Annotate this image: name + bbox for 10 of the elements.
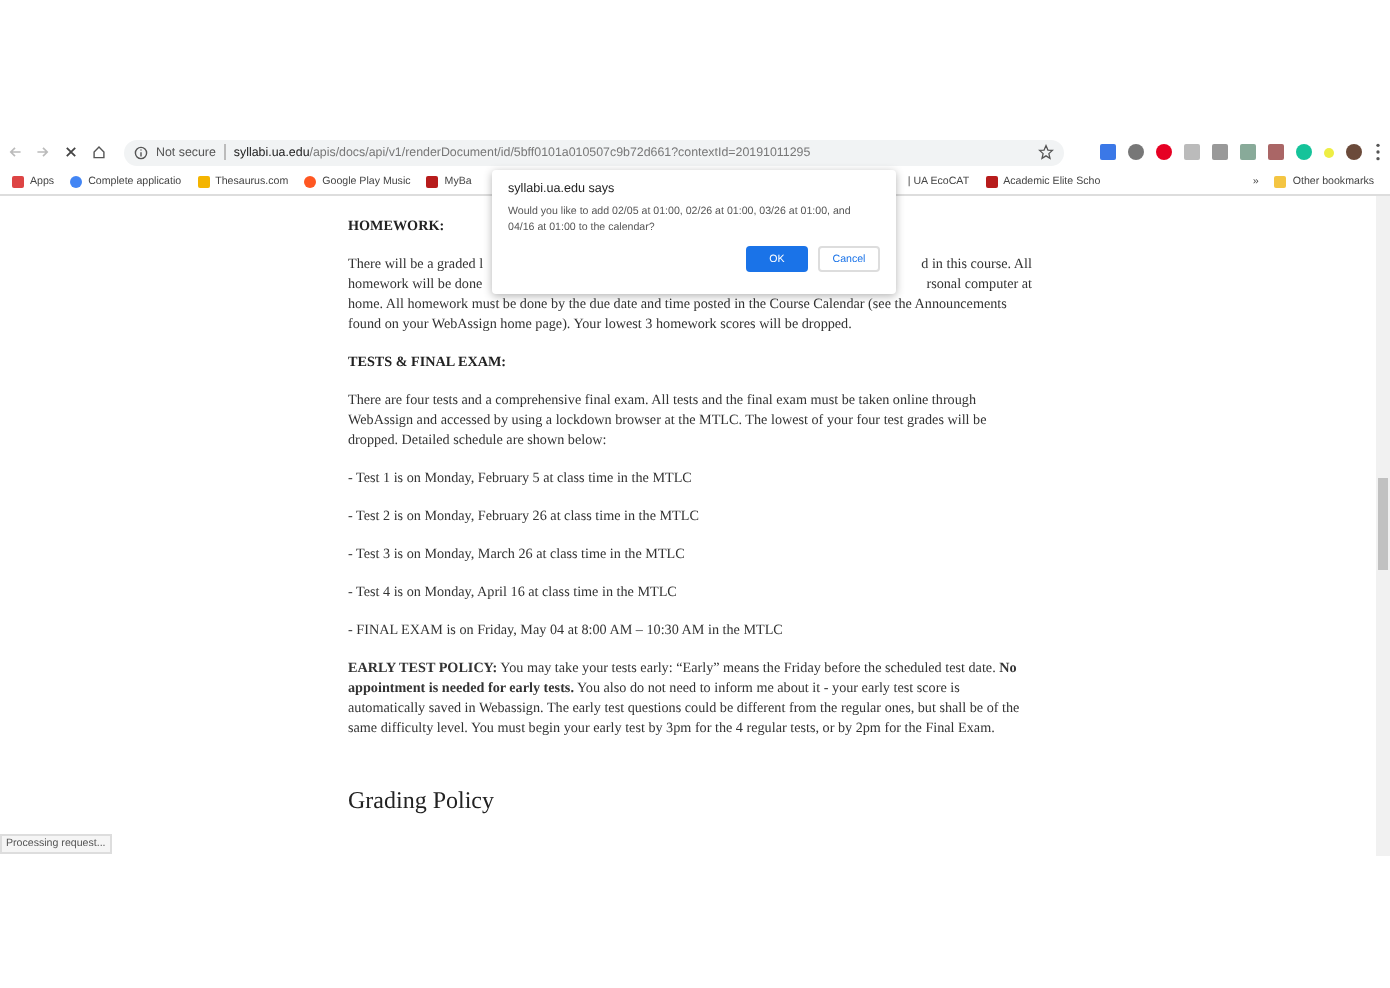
star-icon[interactable] [1038, 144, 1054, 160]
section-title: Grading Policy [348, 790, 496, 810]
close-icon[interactable] [64, 142, 78, 162]
scrollbar-thumb[interactable] [1378, 478, 1388, 570]
avatar-icon[interactable] [1346, 144, 1362, 160]
info-icon[interactable] [134, 145, 148, 159]
extension-icon[interactable] [1128, 144, 1144, 160]
menu-icon[interactable] [1374, 142, 1382, 162]
home-icon[interactable] [92, 142, 106, 162]
scrollbar[interactable] [1376, 196, 1390, 856]
